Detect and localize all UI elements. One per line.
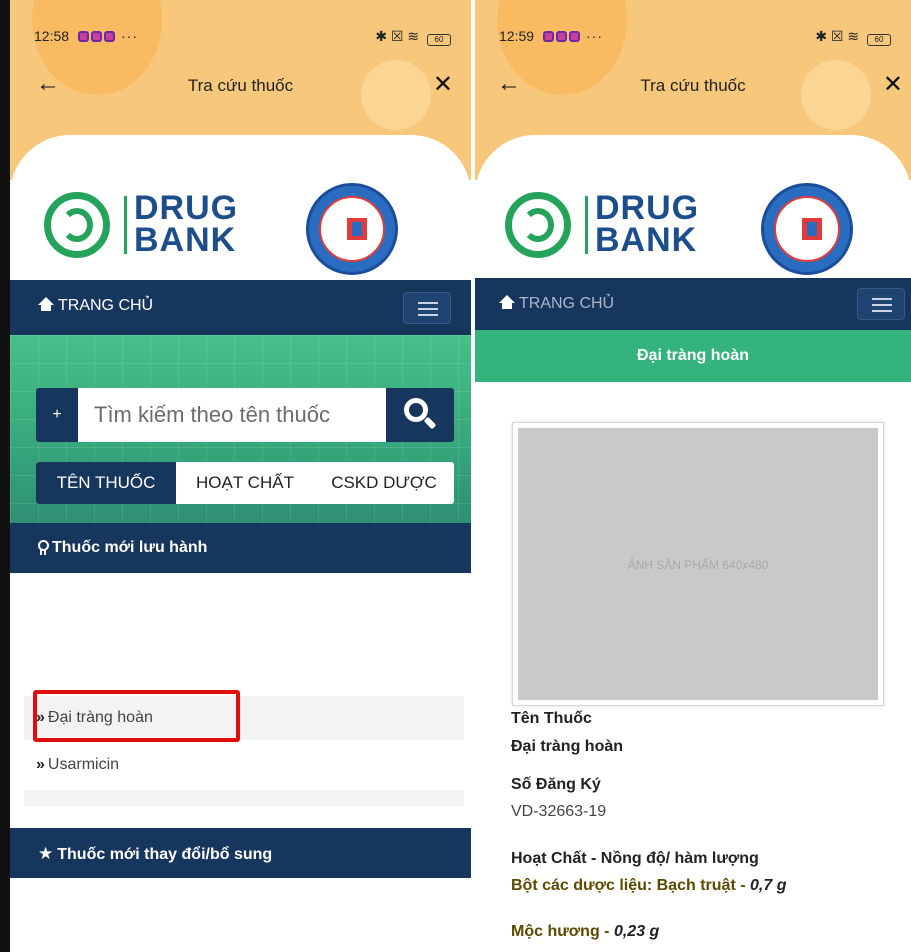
drug-name-value: Đại tràng hoàn [511, 738, 624, 755]
drugbank-logo-text: DRUG BANK [134, 189, 239, 259]
drugbank-logo[interactable]: DRUG BANK [497, 182, 703, 268]
more-notifications-icon: ··· [586, 28, 603, 44]
home-icon [499, 295, 515, 309]
close-icon[interactable]: ✕ [433, 70, 453, 99]
award-icon [38, 540, 49, 555]
advanced-search-button[interactable]: + [36, 388, 78, 442]
menu-icon[interactable] [403, 292, 451, 324]
registration-label: Số Đăng Ký [511, 776, 601, 793]
nav-bar: TRANG CHỦ [10, 280, 471, 335]
close-icon[interactable]: ✕ [883, 70, 903, 99]
drug-detail-title: Đại tràng hoàn [475, 330, 911, 382]
notification-icons: ··· [541, 28, 603, 44]
system-icons: ✱ ☒ ≋ 60 [375, 28, 451, 46]
selection-highlight [33, 690, 240, 742]
home-icon [38, 297, 54, 311]
list-item[interactable]: » Usarmicin [24, 743, 464, 787]
right-screen: 12:59 ··· ✱ ☒ ≋ 60 ← Tra cứu thuốc ✕ DRU… [471, 0, 911, 952]
product-image-placeholder: ẢNH SẢN PHẨM 640x480 [518, 428, 878, 700]
battery-icon: 60 [867, 34, 891, 46]
app-bar-title: Tra cứu thuốc [640, 76, 746, 95]
search-icon[interactable] [386, 388, 454, 442]
header-curve [475, 135, 911, 180]
ingredients-label: Hoạt Chất - Nồng độ/ hàm lượng [511, 850, 759, 867]
tab-hoat-chat[interactable]: HOẠT CHẤT [176, 462, 314, 504]
status-bar: 12:58 ··· ✱ ☒ ≋ 60 [30, 28, 451, 48]
ingredient-row: Mộc hương - 0,23 g [511, 923, 660, 940]
menu-icon[interactable] [857, 288, 905, 320]
status-time: 12:59 [499, 28, 535, 44]
drugbank-logo-text: DRUG BANK [595, 189, 700, 259]
agency-seal-logo [306, 183, 398, 275]
status-bar: 12:59 ··· ✱ ☒ ≋ 60 [495, 28, 891, 48]
section-header-changed-drugs: ★ Thuốc mới thay đổi/bổ sung [10, 828, 471, 878]
star-icon: ★ [38, 844, 54, 863]
registration-value: VD-32663-19 [511, 803, 607, 820]
list-item-partial [24, 790, 464, 806]
section-header-new-drugs: Thuốc mới lưu hành [10, 523, 471, 573]
left-screen: 12:58 ··· ✱ ☒ ≋ 60 ← Tra cứu thuốc ✕ DRU… [0, 0, 471, 952]
search-input[interactable] [78, 388, 386, 442]
home-label: TRANG CHỦ [58, 297, 154, 314]
app-bar: ← Tra cứu thuốc ✕ [475, 70, 911, 100]
search-bar: + [36, 388, 454, 442]
app-notification-icon [91, 31, 102, 42]
drugbank-logo-mark [44, 192, 110, 258]
drugbank-logo-mark [505, 192, 571, 258]
ingredient-row: Bột các dược liệu: Bạch truật - 0,7 g [511, 877, 787, 894]
home-label: TRANG CHỦ [519, 295, 615, 312]
drugbank-logo[interactable]: DRUG BANK [36, 182, 242, 268]
home-link[interactable]: TRANG CHỦ [499, 295, 614, 313]
tab-cskd-duoc[interactable]: CSKD DƯỢC [314, 462, 454, 504]
header-curve [10, 135, 471, 180]
drug-name-label: Tên Thuốc [511, 710, 592, 727]
battery-icon: 60 [427, 34, 451, 46]
app-notification-icon [104, 31, 115, 42]
app-bar-title: Tra cứu thuốc [187, 76, 294, 95]
more-notifications-icon: ··· [121, 28, 138, 44]
bluetooth-wifi-icons: ✱ ☒ ≋ [815, 28, 860, 44]
product-image: ẢNH SẢN PHẨM 640x480 [512, 422, 884, 706]
nav-bar: TRANG CHỦ [475, 278, 911, 331]
app-notification-icon [543, 31, 554, 42]
agency-seal-logo [761, 183, 853, 275]
app-notification-icon [78, 31, 89, 42]
search-tabs: TÊN THUỐC HOẠT CHẤT CSKD DƯỢC [36, 462, 454, 504]
tab-ten-thuoc[interactable]: TÊN THUỐC [36, 462, 176, 504]
notification-icons: ··· [76, 28, 138, 44]
search-hero: + TÊN THUỐC HOẠT CHẤT CSKD DƯỢC [10, 335, 471, 523]
system-icons: ✱ ☒ ≋ 60 [815, 28, 891, 46]
status-time: 12:58 [34, 28, 70, 44]
app-notification-icon [556, 31, 567, 42]
bluetooth-wifi-icons: ✱ ☒ ≋ [375, 28, 420, 44]
home-link[interactable]: TRANG CHỦ [38, 297, 153, 315]
chevron-double-right-icon: » [36, 756, 45, 773]
app-bar: ← Tra cứu thuốc ✕ [10, 70, 471, 100]
app-notification-icon [569, 31, 580, 42]
